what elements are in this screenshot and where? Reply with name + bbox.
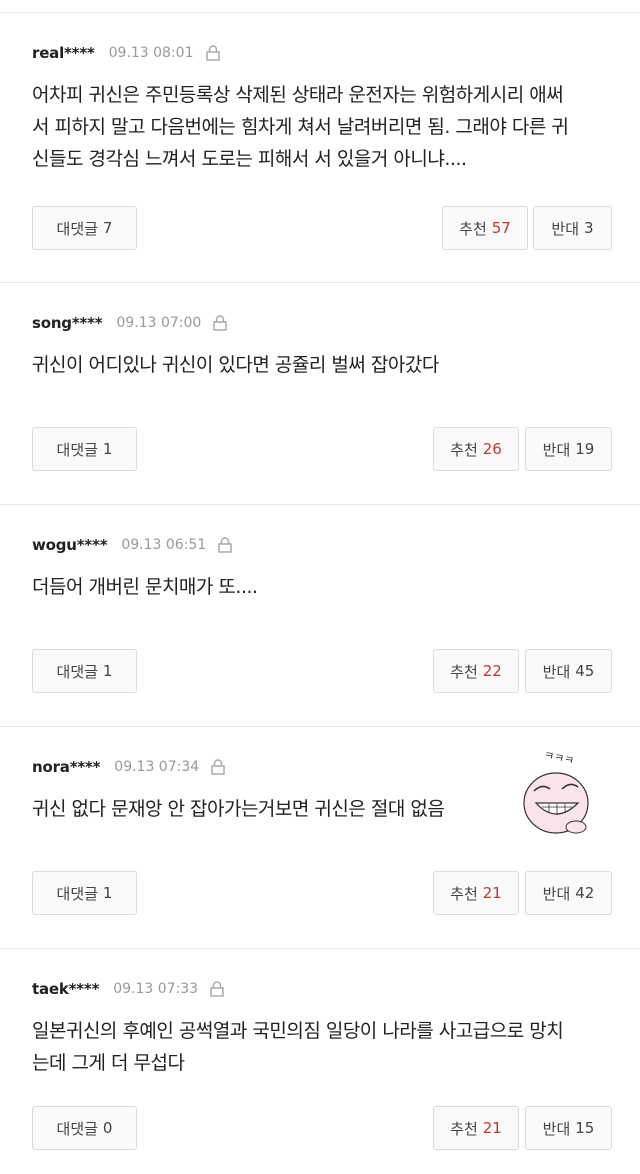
like-count: 21 <box>482 884 502 902</box>
dislike-count: 42 <box>575 884 595 902</box>
dislike-count: 19 <box>575 440 595 458</box>
comment-item: real**** 09.13 08:01 어차피 귀신은 주민등록상 삭제된 상… <box>0 12 640 282</box>
like-count: 22 <box>482 662 502 680</box>
comment-username[interactable]: song**** <box>32 314 103 332</box>
comment-item: wogu**** 09.13 06:51 더듬어 개버린 문치매가 또.... … <box>0 504 640 726</box>
reply-button[interactable]: 대댓글 1 <box>32 427 137 471</box>
reply-label: 대댓글 <box>56 440 98 459</box>
reply-count: 0 <box>102 1119 113 1137</box>
reply-button[interactable]: 대댓글 1 <box>32 871 137 915</box>
comment-text: 일본귀신의 후예인 공썩열과 국민의짐 일당이 나라를 사고급으로 망치 는데 … <box>32 1020 564 1074</box>
comment-item: nora**** 09.13 07:34 귀신 없다 문재앙 안 잡아가는거보면… <box>0 726 640 948</box>
dislike-button[interactable]: 반대 45 <box>525 649 612 693</box>
laughing-sticker-icon: ㅋㅋㅋ <box>523 749 589 834</box>
comment-meta: wogu**** 09.13 06:51 <box>32 536 234 554</box>
reply-label: 대댓글 <box>56 662 98 681</box>
comment-username[interactable]: real**** <box>32 44 95 62</box>
reply-label: 대댓글 <box>56 219 98 238</box>
comment-item: song**** 09.13 07:00 귀신이 어디있나 귀신이 있다면 공쥴… <box>0 282 640 504</box>
like-label: 추천 <box>450 884 478 903</box>
dislike-label: 반대 <box>542 440 571 459</box>
dislike-button[interactable]: 반대 42 <box>525 871 612 915</box>
reply-count: 1 <box>102 662 113 680</box>
comment-date: 09.13 07:34 <box>114 759 200 775</box>
like-button[interactable]: 추천 21 <box>433 871 519 915</box>
comment-text: 어차피 귀신은 주민등록상 삭제된 상태라 운전자는 위험하게시리 애써 서 피… <box>32 84 569 170</box>
reply-button[interactable]: 대댓글 1 <box>32 649 137 693</box>
comment-date: 09.13 07:33 <box>113 981 199 997</box>
lock-icon <box>218 537 232 553</box>
like-label: 추천 <box>450 1119 478 1138</box>
reply-button[interactable]: 대댓글 7 <box>32 206 137 250</box>
like-count: 21 <box>482 1119 502 1137</box>
lock-icon <box>205 45 220 61</box>
reply-count: 1 <box>102 884 113 902</box>
comment-username[interactable]: nora**** <box>32 758 100 776</box>
lock-icon <box>211 759 225 775</box>
dislike-count: 45 <box>575 662 595 680</box>
dislike-label: 반대 <box>542 1119 571 1138</box>
comment-meta: nora**** 09.13 07:34 <box>32 758 227 776</box>
comment-username[interactable]: taek**** <box>32 980 99 998</box>
reply-label: 대댓글 <box>56 1119 98 1138</box>
like-label: 추천 <box>459 219 487 238</box>
lock-icon <box>213 315 228 331</box>
comment-meta: real**** 09.13 08:01 <box>32 44 222 62</box>
dislike-label: 반대 <box>542 662 571 681</box>
like-label: 추천 <box>450 662 478 681</box>
comment-text: 귀신이 어디있나 귀신이 있다면 공쥴리 벌써 잡아갔다 <box>32 354 439 376</box>
dislike-button[interactable]: 반대 15 <box>525 1106 612 1150</box>
comment-item: taek**** 09.13 07:33 일본귀신의 후예인 공썩열과 국민의짐… <box>0 948 640 1174</box>
like-label: 추천 <box>450 440 478 459</box>
comment-meta: taek**** 09.13 07:33 <box>32 980 226 998</box>
like-button[interactable]: 추천 22 <box>433 649 519 693</box>
like-count: 57 <box>491 219 511 237</box>
reply-label: 대댓글 <box>56 884 98 903</box>
comment-date: 09.13 08:01 <box>108 45 194 61</box>
comment-date: 09.13 07:00 <box>116 315 202 331</box>
like-count: 26 <box>482 440 502 458</box>
dislike-button[interactable]: 반대 19 <box>525 427 612 471</box>
dislike-label: 반대 <box>551 219 580 238</box>
like-button[interactable]: 추천 21 <box>433 1106 519 1150</box>
dislike-button[interactable]: 반대 3 <box>533 206 612 250</box>
comment-meta: song**** 09.13 07:00 <box>32 314 229 332</box>
comment-text: 더듬어 개버린 문치매가 또.... <box>32 576 258 598</box>
lock-icon <box>210 981 224 997</box>
comment-date: 09.13 06:51 <box>121 537 207 553</box>
dislike-count: 15 <box>575 1119 595 1137</box>
comment-username[interactable]: wogu**** <box>32 536 108 554</box>
dislike-count: 3 <box>584 219 594 237</box>
dislike-label: 반대 <box>542 884 571 903</box>
like-button[interactable]: 추천 26 <box>433 427 519 471</box>
like-button[interactable]: 추천 57 <box>442 206 528 250</box>
sticker-text: ㅋㅋㅋ <box>543 749 575 768</box>
reply-count: 7 <box>102 219 113 237</box>
reply-count: 1 <box>102 440 113 458</box>
reply-button[interactable]: 대댓글 0 <box>32 1106 137 1150</box>
